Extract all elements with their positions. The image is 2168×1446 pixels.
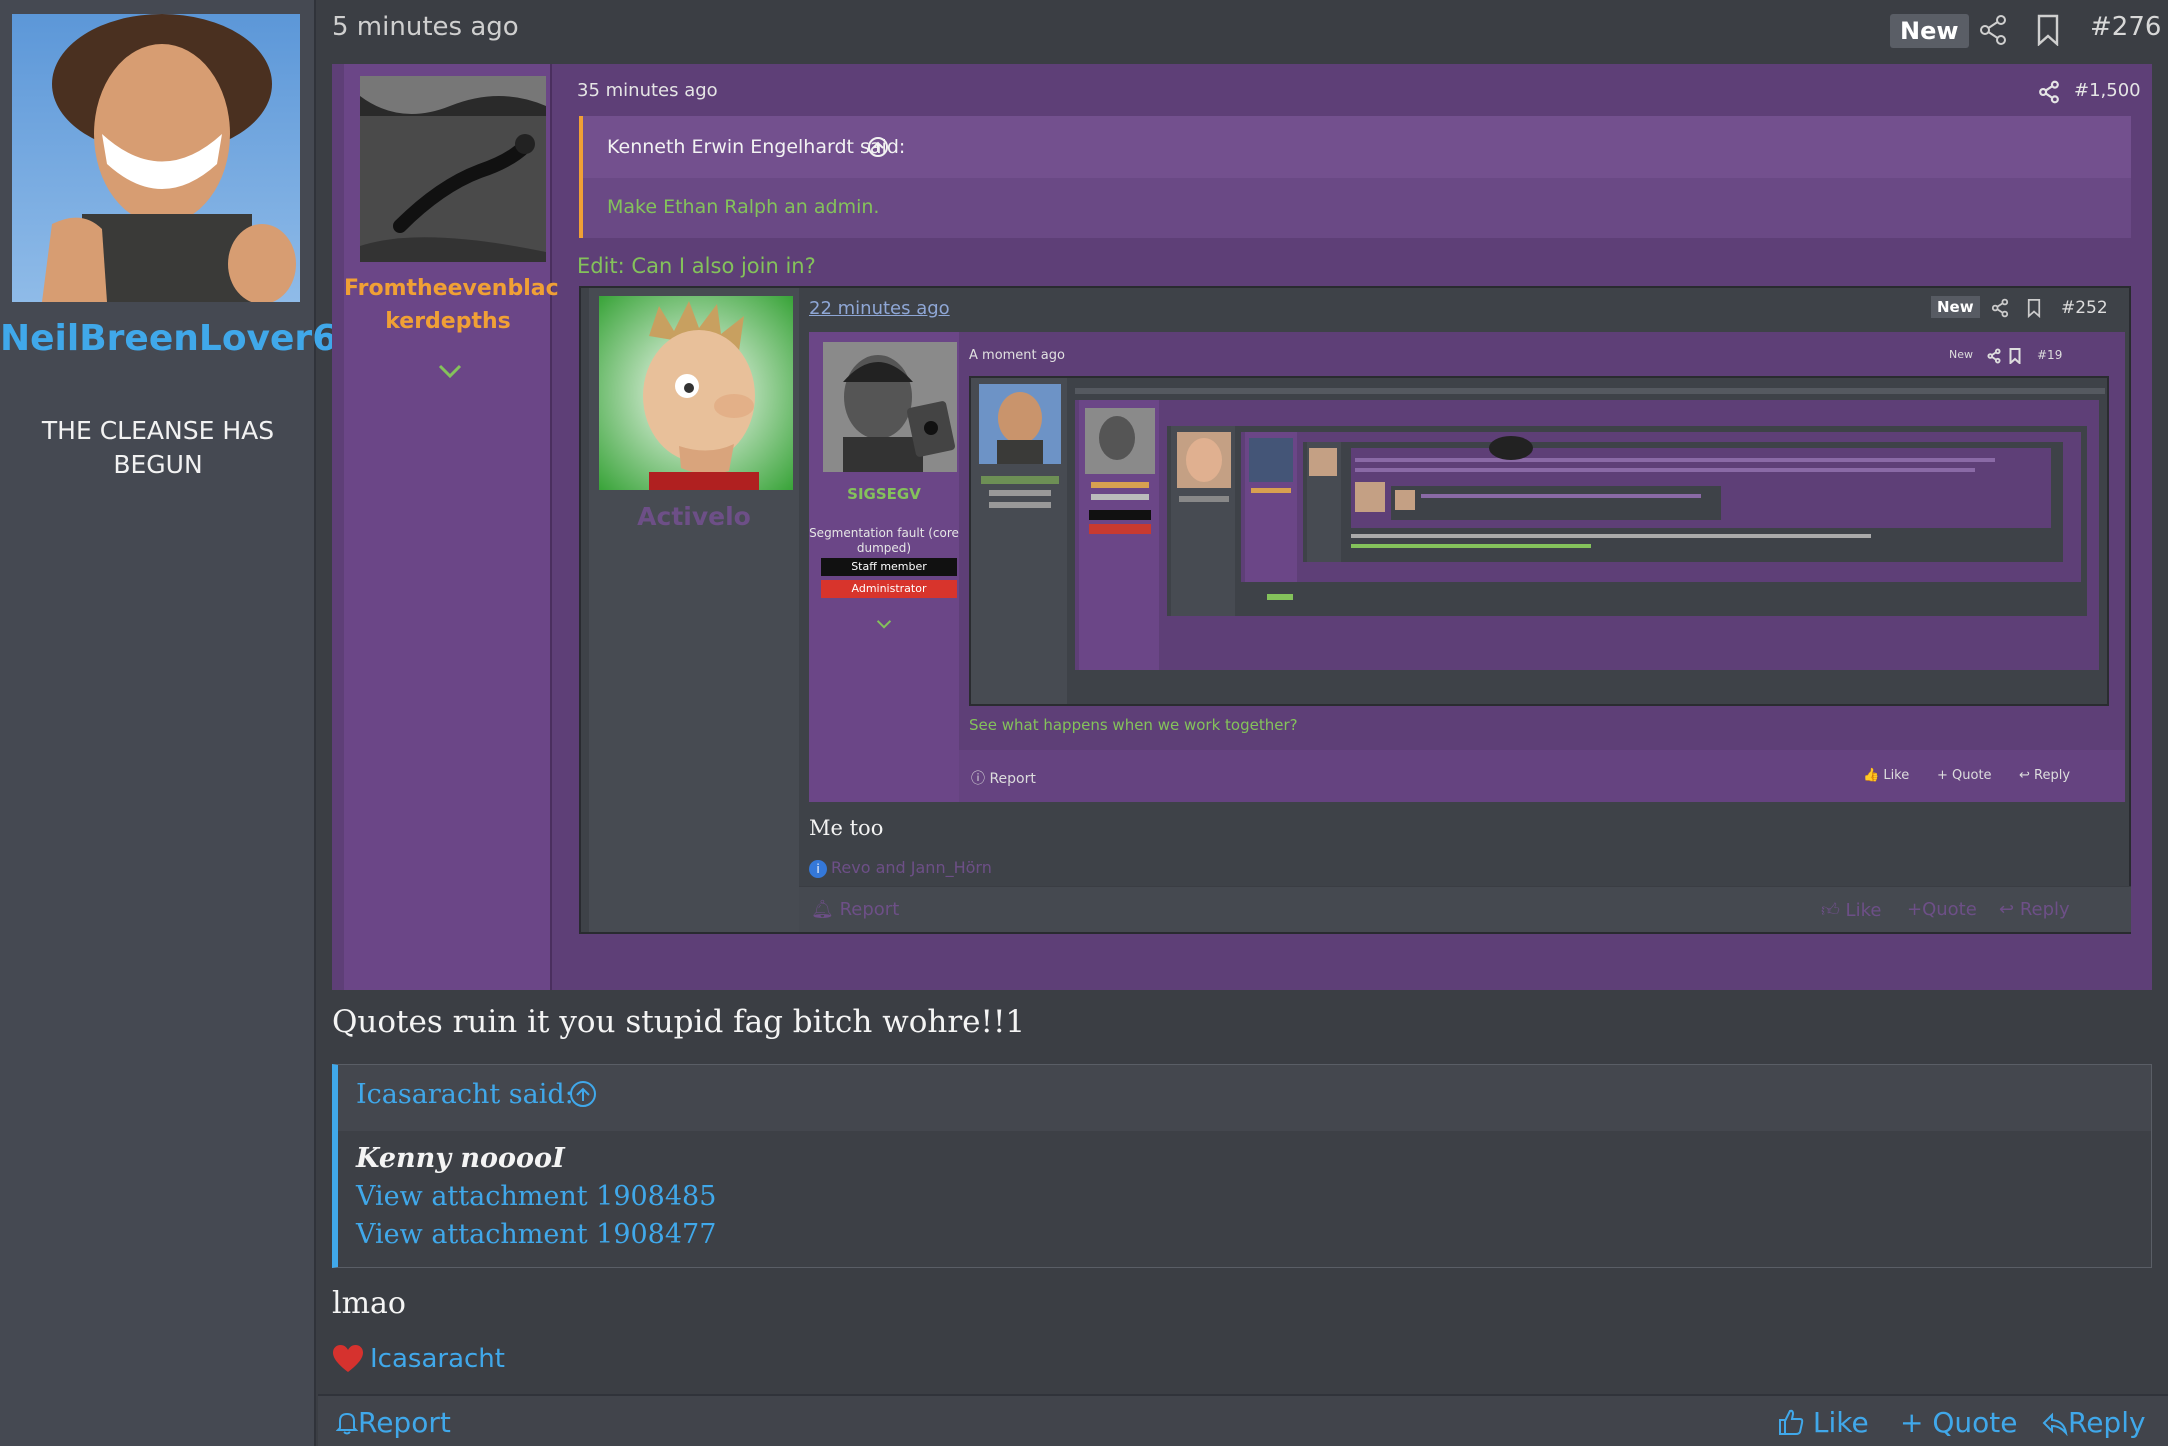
attachment-link[interactable]: View attachment 1908477 bbox=[356, 1219, 716, 1250]
arrow-up-circle-icon bbox=[868, 137, 888, 157]
embed2-reactions: i Revo and Jann_Hörn bbox=[809, 858, 992, 878]
embed2-post-number: #252 bbox=[2061, 298, 2108, 318]
embed3-nested-screenshot bbox=[969, 376, 2109, 706]
embed3-like-button: 👍 Like bbox=[1863, 768, 1910, 783]
report-link[interactable]: Report bbox=[335, 1406, 451, 1439]
chevron-down-icon bbox=[876, 620, 892, 629]
embed2-timestamp: 22 minutes ago bbox=[809, 298, 950, 319]
embed3-quote-button: + Quote bbox=[1937, 768, 1992, 783]
embed2-quote-button: +Quote bbox=[1907, 899, 1977, 920]
embed3-timestamp: A moment ago bbox=[969, 348, 1065, 363]
arrow-up-circle-icon[interactable] bbox=[568, 1079, 598, 1109]
quote-text: Kenny nooooI bbox=[356, 1143, 565, 1174]
post-timestamp[interactable]: 5 minutes ago bbox=[332, 12, 519, 42]
embed3-user-title: Segmentation fault (core dumped) bbox=[809, 526, 959, 555]
bell-icon bbox=[335, 1412, 359, 1435]
embed2-message: Me too bbox=[809, 816, 884, 840]
post-message-tail: lmao bbox=[332, 1286, 406, 1321]
bookmark-icon bbox=[2009, 348, 2021, 364]
embed2-new-badge: New bbox=[1931, 296, 1980, 318]
bookmark-icon[interactable] bbox=[2036, 14, 2060, 46]
embed3-like-label: Like bbox=[1883, 768, 1910, 783]
like-label: Like bbox=[1812, 1406, 1869, 1439]
embed1-user-column: Fromtheevenblac kerdepths bbox=[344, 64, 559, 990]
nested-screenshots-graphic bbox=[971, 378, 2105, 704]
embed3-username: SIGSEGV bbox=[847, 485, 921, 503]
share-icon bbox=[2039, 80, 2059, 104]
embed3-reply-label: Reply bbox=[2034, 768, 2071, 783]
reply-label: Reply bbox=[2068, 1406, 2146, 1439]
embed1-post-number: #1,500 bbox=[2074, 80, 2141, 101]
chevron-down-icon bbox=[438, 364, 462, 379]
embed2-avatar bbox=[599, 296, 793, 490]
embed2-reply-label: Reply bbox=[2019, 899, 2070, 920]
embedded-screenshot-1: Fromtheevenblac kerdepths 35 minutes ago… bbox=[332, 64, 2152, 990]
embed3-report-link: ⓘ Report bbox=[971, 771, 1036, 787]
info-icon: i bbox=[809, 860, 827, 878]
embedded-screenshot-2: Activelo 22 minutes ago New #252 SIGSEGV… bbox=[579, 286, 2131, 934]
quote-header bbox=[338, 1065, 2151, 1131]
embed2-username: Activelo bbox=[637, 502, 751, 531]
embed1-quote-author: Kenneth Erwin Engelhardt said: bbox=[607, 136, 906, 158]
embed1-edit-text: Edit: Can I also join in? bbox=[577, 254, 816, 278]
embed2-reaction-users: Revo and Jann_Hörn bbox=[831, 858, 992, 877]
reaction-user-link[interactable]: Icasaracht bbox=[370, 1344, 505, 1374]
embed3-report-label: Report bbox=[989, 771, 1036, 787]
embed1-username: Fromtheevenblac kerdepths bbox=[344, 276, 559, 334]
share-icon bbox=[1987, 348, 2001, 364]
embed1-quote: Kenneth Erwin Engelhardt said: Make Etha… bbox=[579, 116, 2131, 238]
attachment-link[interactable]: View attachment 1908485 bbox=[356, 1181, 716, 1212]
embed3-avatar bbox=[823, 342, 957, 472]
share-icon[interactable] bbox=[1978, 14, 2008, 46]
embed1-timestamp: 35 minutes ago bbox=[577, 80, 718, 101]
new-badge: New bbox=[1890, 14, 1969, 48]
embed1-avatar bbox=[360, 76, 546, 262]
quote-button[interactable]: + Quote bbox=[1900, 1406, 2017, 1439]
quote-block: Icasaracht said: Kenny nooooI View attac… bbox=[332, 1064, 2152, 1268]
embed3-reply-button: ↩ Reply bbox=[2019, 768, 2071, 783]
post-number[interactable]: #276 bbox=[2090, 12, 2161, 42]
staff-member-badge: Staff member bbox=[821, 558, 957, 576]
user-column: NeilBreenLover69 THE CLEANSE HAS BEGUN bbox=[0, 0, 362, 1446]
reply-icon bbox=[2042, 1412, 2068, 1437]
embed3-new-badge: New bbox=[1949, 348, 1973, 361]
embed2-report-label: Report bbox=[839, 899, 900, 920]
reply-button[interactable]: Reply bbox=[2042, 1406, 2146, 1439]
heart-icon[interactable] bbox=[332, 1344, 364, 1374]
embedded-screenshot-3: SIGSEGV Segmentation fault (core dumped)… bbox=[809, 332, 2125, 802]
administrator-badge: Administrator bbox=[821, 580, 957, 598]
report-label: Report bbox=[358, 1406, 451, 1439]
username[interactable]: NeilBreenLover69 bbox=[0, 314, 362, 364]
bookmark-icon bbox=[2027, 298, 2041, 318]
thumbs-up-icon bbox=[1779, 1409, 1804, 1435]
embed3-post-number: #19 bbox=[2037, 348, 2063, 362]
embed1-quote-text: Make Ethan Ralph an admin. bbox=[607, 196, 880, 218]
embed3-footer: ⓘ Report 👍 Like + Quote ↩ Reply bbox=[959, 750, 2125, 802]
embed3-user-column: SIGSEGV Segmentation fault (core dumped)… bbox=[809, 332, 959, 802]
quote-author-link[interactable]: Icasaracht said: bbox=[356, 1079, 574, 1110]
post-message: Quotes ruin it you stupid fag bitch wohr… bbox=[332, 1004, 1026, 1040]
embed3-caption: See what happens when we work together? bbox=[969, 716, 1298, 734]
embed2-footer: 🔔︎ Report 👍︎ Like +Quote ↩ Reply bbox=[799, 886, 2131, 932]
share-icon bbox=[1991, 298, 2009, 318]
embed2-report-link: 🔔︎ Report bbox=[811, 899, 900, 920]
embed2-like-button: 👍︎ Like bbox=[1821, 900, 1882, 921]
embed2-user-column: Activelo bbox=[589, 288, 799, 932]
like-button[interactable]: Like bbox=[1778, 1406, 1869, 1439]
post-footer: Report Like + Quote Reply bbox=[318, 1394, 2168, 1446]
embed2-reply-button: ↩ Reply bbox=[1999, 899, 2070, 920]
user-title: THE CLEANSE HAS BEGUN bbox=[41, 416, 275, 479]
embed2-like-label: Like bbox=[1845, 900, 1882, 921]
user-avatar[interactable] bbox=[12, 14, 300, 302]
